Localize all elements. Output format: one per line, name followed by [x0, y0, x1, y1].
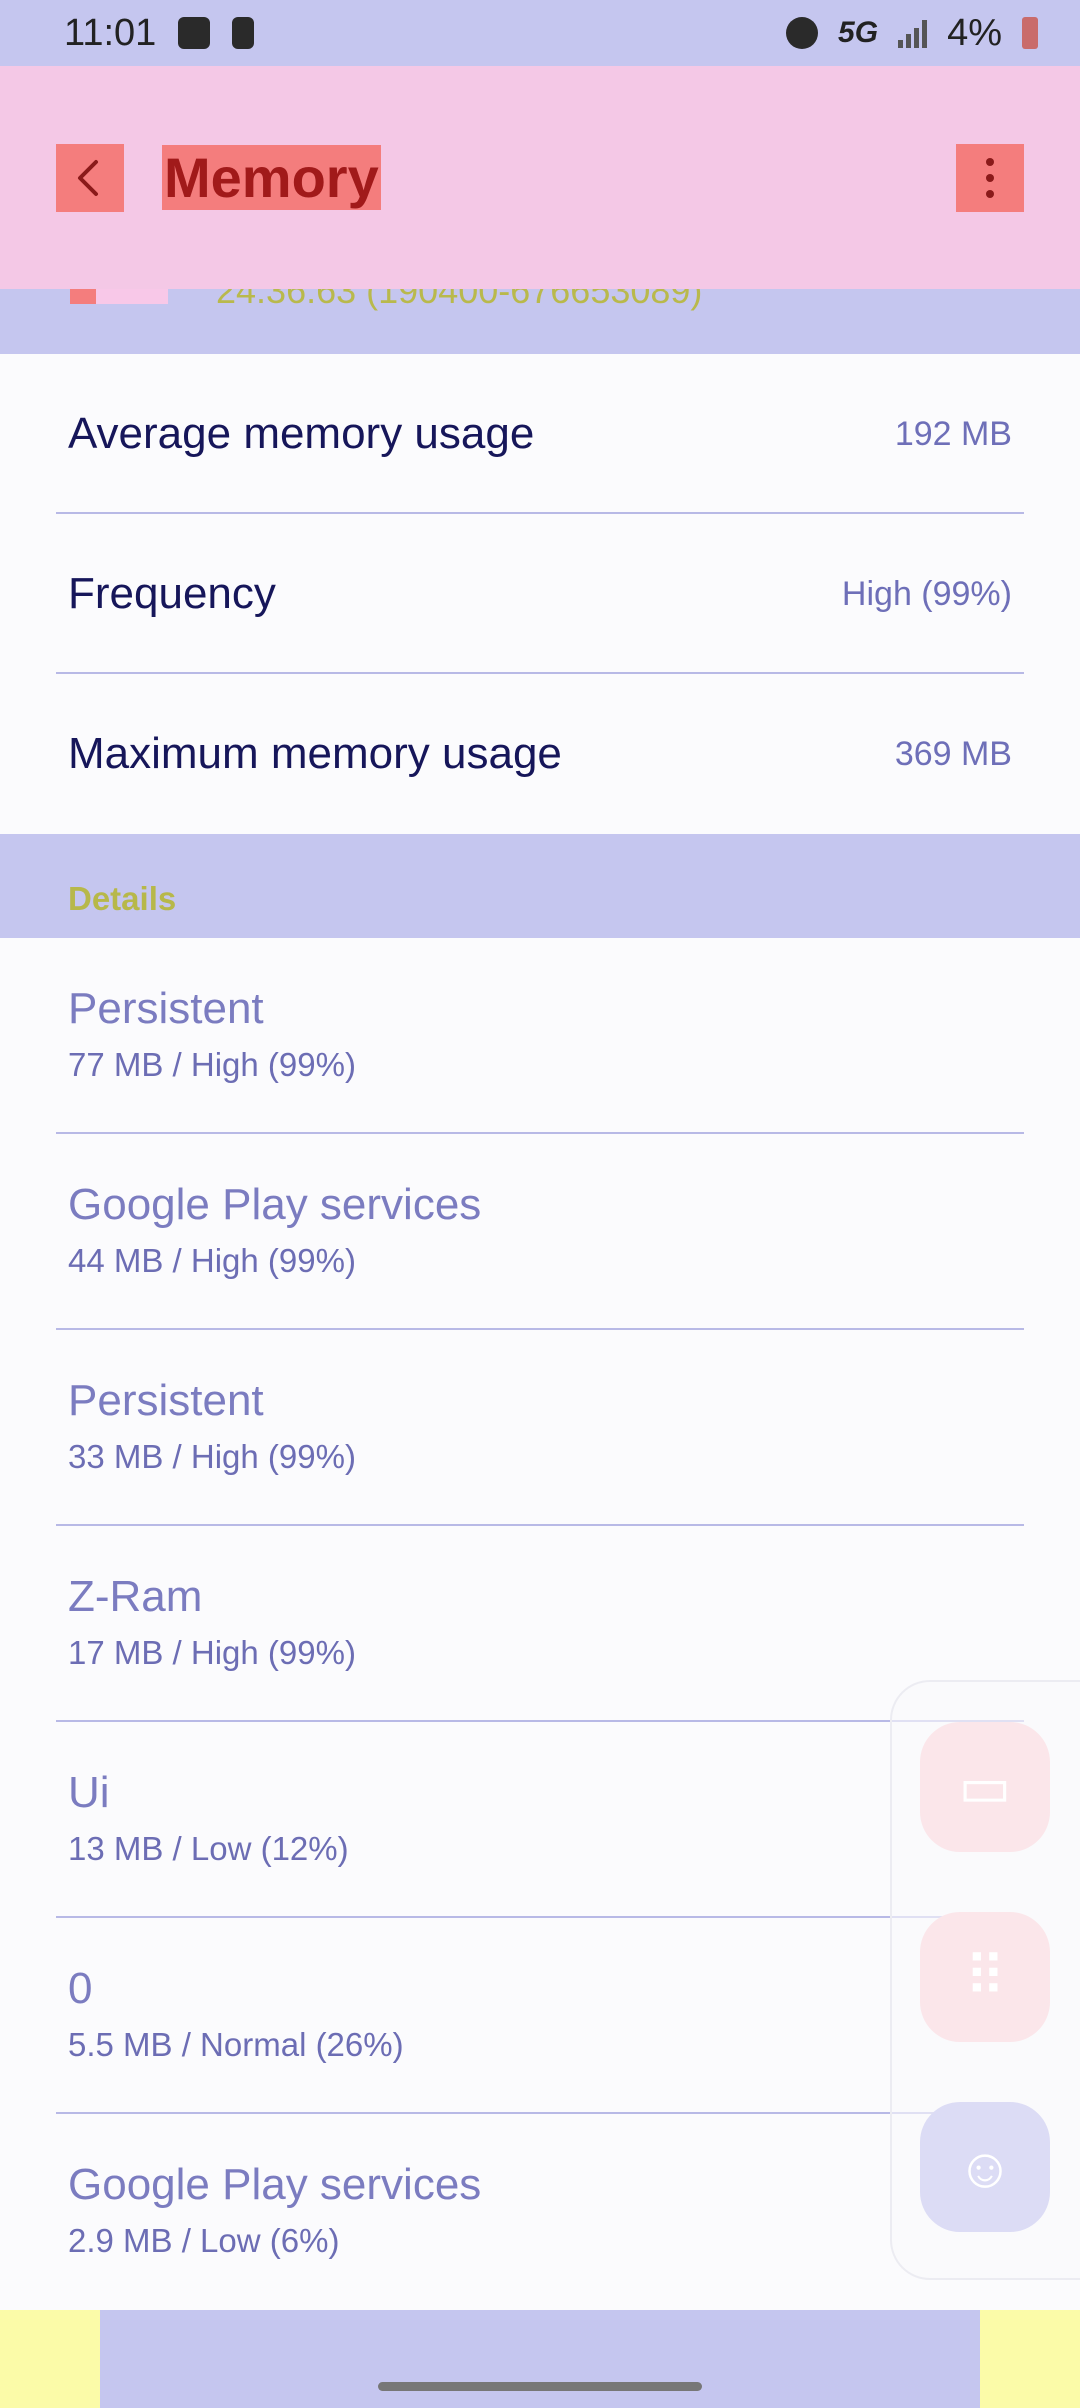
summary-row-maximum: Maximum memory usage 369 MB — [0, 674, 1080, 834]
detail-item[interactable]: Persistent 33 MB / High (99%) — [0, 1330, 1080, 1526]
edge-app-shortcut[interactable]: ⠿ — [920, 1912, 1050, 2042]
edge-panel[interactable]: ▭ ⠿ ☺ — [890, 1680, 1080, 2280]
battery-icon — [1022, 17, 1038, 49]
detail-name: Z-Ram — [68, 1572, 203, 1621]
detail-name: Google Play services — [68, 2160, 482, 2209]
app-shortcut-icon: ⠿ — [964, 1945, 1006, 2008]
alert-icon — [232, 17, 255, 49]
details-section-title: Details — [68, 880, 177, 917]
back-arrow-icon — [78, 159, 98, 196]
detail-info: 2.9 MB / Low (6%) — [68, 2222, 340, 2259]
edge-app-shortcut[interactable]: ☺ — [920, 2102, 1050, 2232]
more-dot-icon — [986, 157, 994, 166]
alarm-icon — [786, 17, 819, 49]
more-options-button[interactable] — [956, 143, 1024, 212]
memory-summary-card: Average memory usage 192 MB Frequency Hi… — [0, 354, 1080, 834]
page-title: Memory — [162, 145, 381, 210]
status-bar: 11:01 5G 4% — [0, 0, 1080, 66]
edge-app-shortcut[interactable]: ▭ — [920, 1722, 1050, 1852]
status-time: 11:01 — [64, 11, 157, 54]
detail-item[interactable]: Persistent 77 MB / High (99%) — [0, 938, 1080, 1134]
detail-name: 0 — [68, 1964, 93, 2013]
summary-value: 192 MB — [894, 414, 1012, 453]
more-dot-icon — [986, 173, 994, 182]
summary-value: High (99%) — [841, 574, 1012, 613]
summary-row-average: Average memory usage 192 MB — [0, 354, 1080, 514]
app-shortcut-icon: ▭ — [958, 1755, 1012, 1818]
detail-name: Persistent — [68, 1376, 264, 1425]
detail-info: 17 MB / High (99%) — [68, 1634, 356, 1671]
signal-icon — [898, 18, 928, 48]
app-shortcut-icon: ☺ — [956, 2135, 1014, 2199]
gallery-icon — [178, 17, 211, 49]
detail-item[interactable]: Google Play services 44 MB / High (99%) — [0, 1134, 1080, 1330]
detail-info: 44 MB / High (99%) — [68, 1242, 356, 1279]
back-button[interactable] — [56, 143, 124, 212]
detail-name: Persistent — [68, 984, 264, 1033]
summary-value: 369 MB — [894, 734, 1012, 773]
detail-info: 5.5 MB / Normal (26%) — [68, 2026, 404, 2063]
network-type: 5G — [838, 16, 879, 49]
more-dot-icon — [986, 189, 994, 198]
battery-percent: 4% — [947, 11, 1002, 54]
summary-row-frequency: Frequency High (99%) — [0, 514, 1080, 674]
header: Memory — [0, 66, 1080, 289]
detail-name: Google Play services — [68, 1180, 482, 1229]
summary-label: Frequency — [68, 569, 276, 618]
summary-label: Maximum memory usage — [68, 729, 562, 778]
detail-info: 77 MB / High (99%) — [68, 1046, 356, 1083]
summary-label: Average memory usage — [68, 409, 535, 458]
detail-info: 13 MB / Low (12%) — [68, 1830, 349, 1867]
home-indicator[interactable] — [378, 2382, 702, 2391]
detail-name: Ui — [68, 1768, 110, 1817]
detail-info: 33 MB / High (99%) — [68, 1438, 356, 1475]
